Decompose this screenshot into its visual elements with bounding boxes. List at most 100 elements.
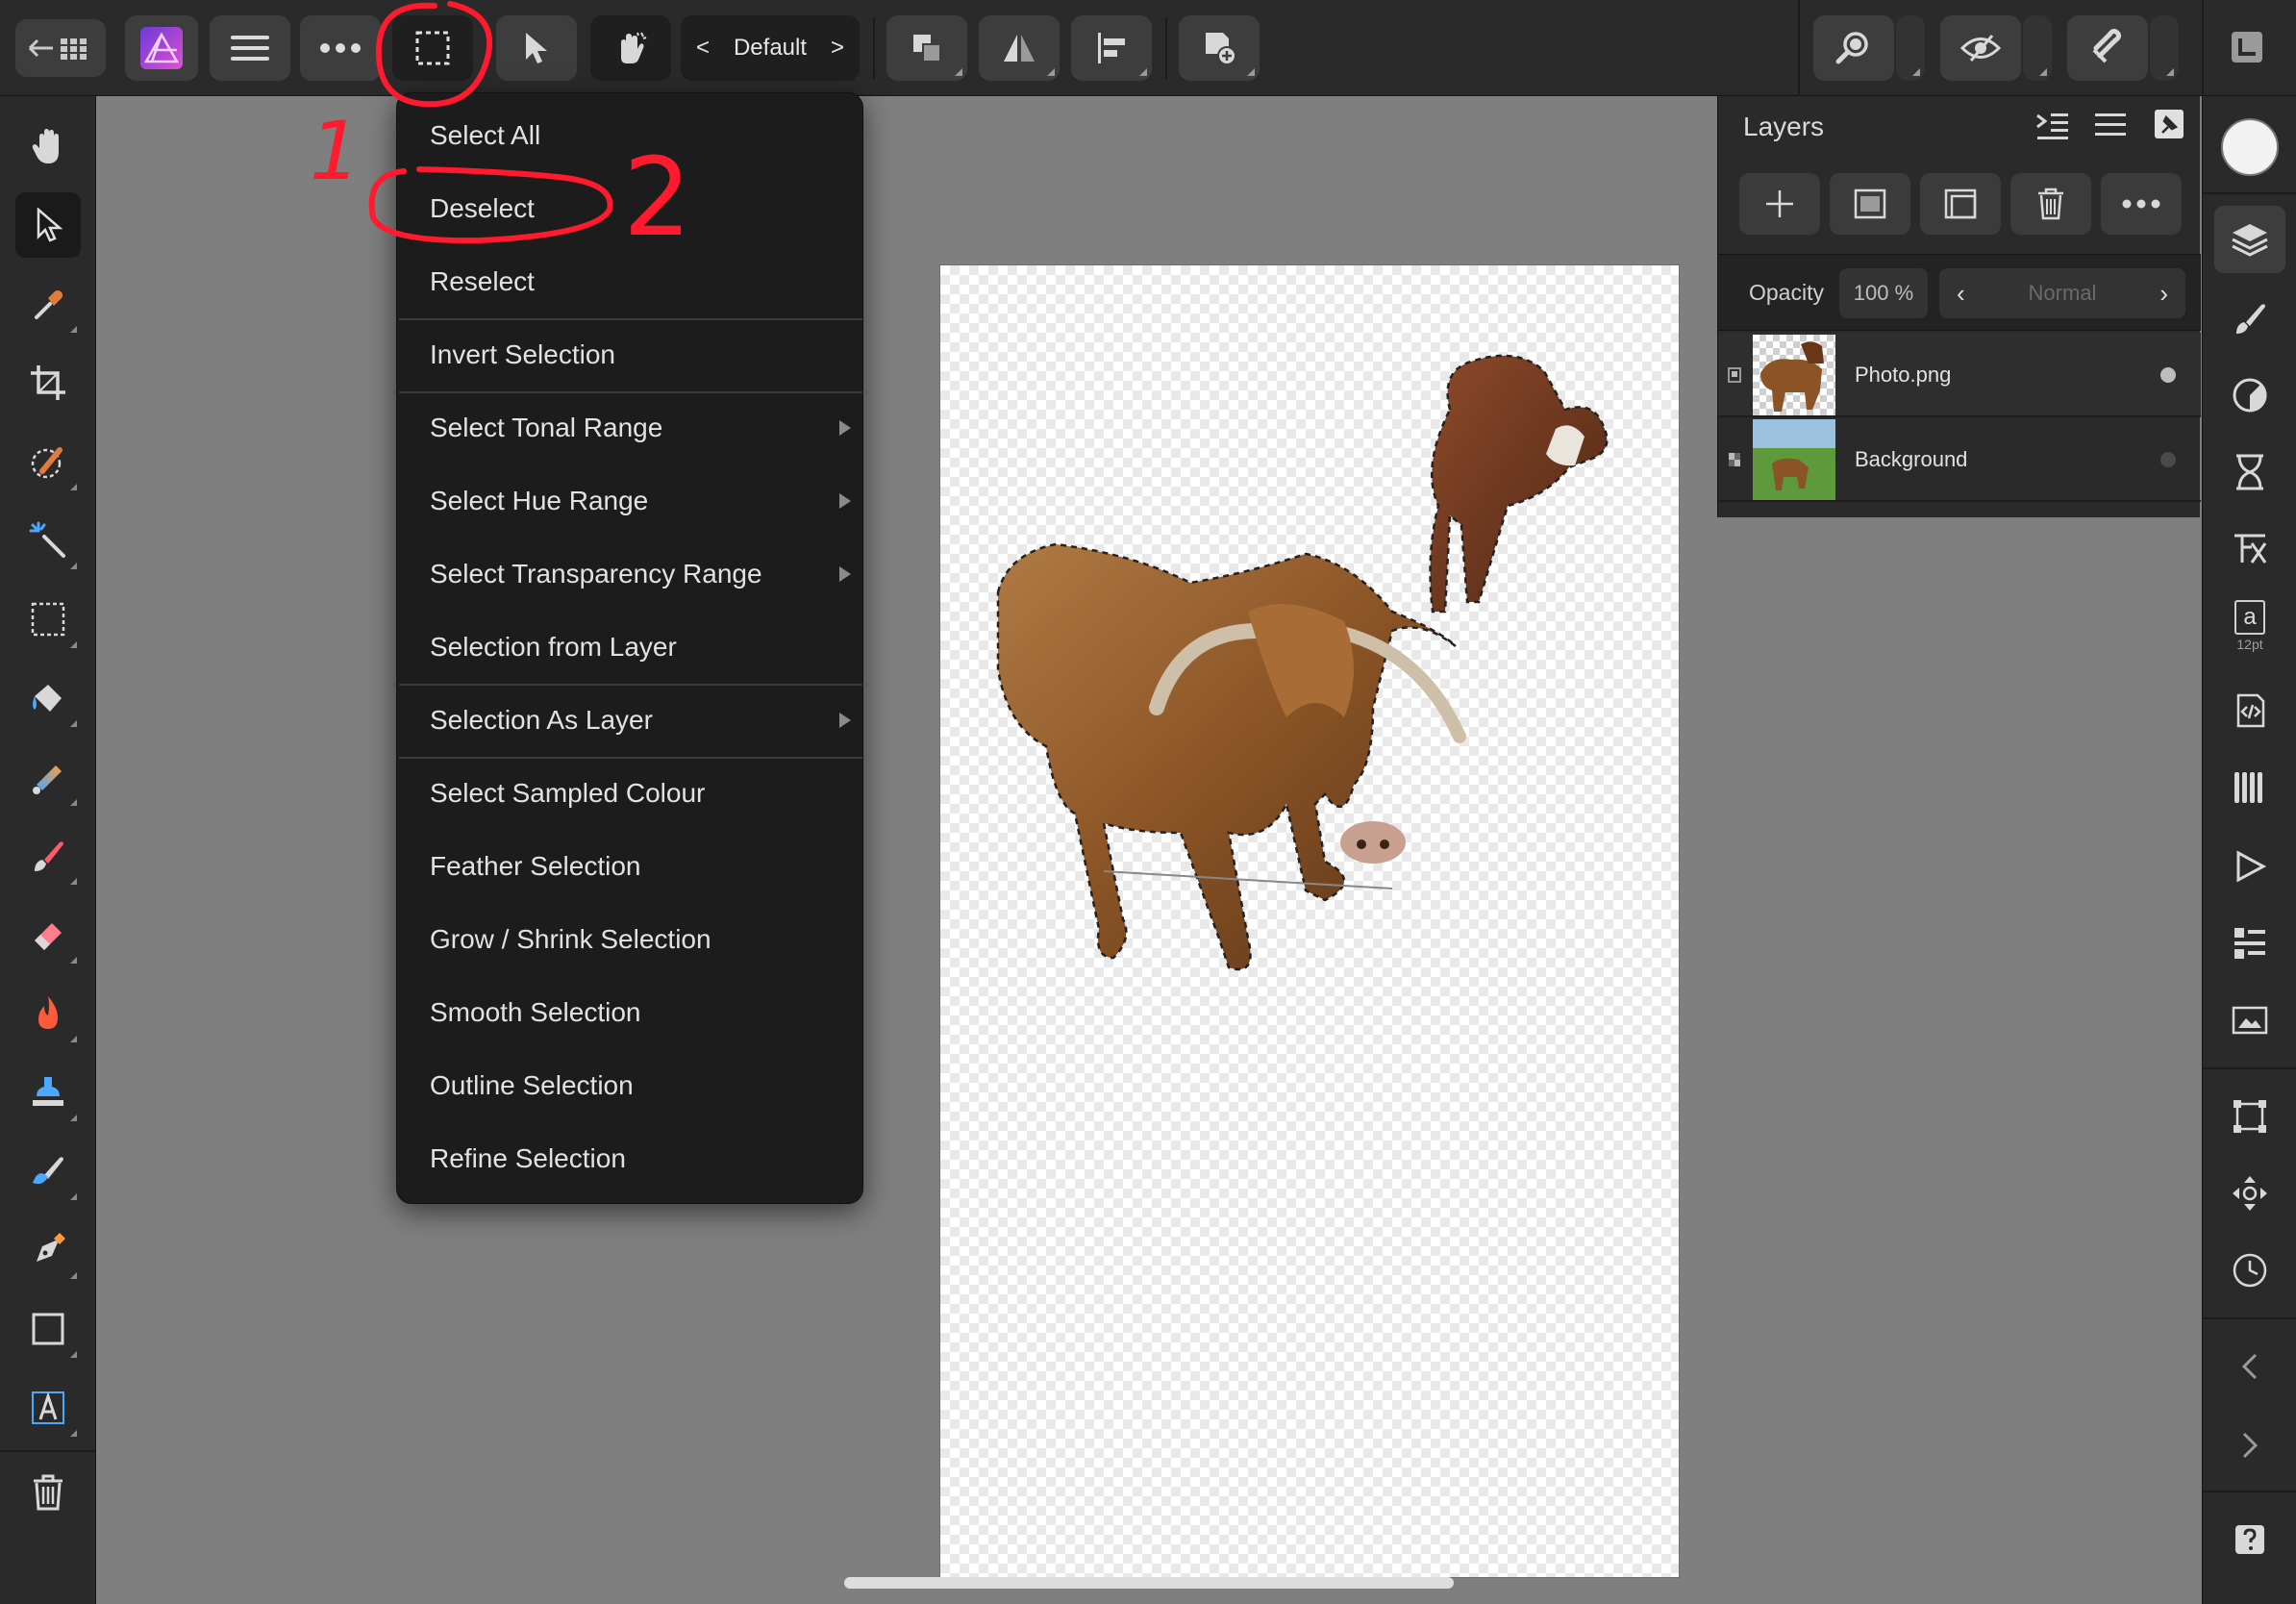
annotation-step-1: 1: [310, 104, 361, 198]
layer-more-button[interactable]: [2101, 173, 2182, 235]
layers-pin-button[interactable]: [2153, 108, 2185, 140]
opacity-field[interactable]: 100 %: [1839, 268, 1928, 318]
main-menu-button[interactable]: [210, 15, 290, 81]
erase-brush-tool[interactable]: [15, 902, 81, 967]
view-options-button[interactable]: [2023, 15, 2052, 81]
blend-prev-chevron-icon[interactable]: ‹: [1957, 279, 1965, 309]
align-button[interactable]: [1071, 15, 1152, 81]
layer-visibility-dot[interactable]: [2160, 452, 2176, 467]
undo-button[interactable]: [2214, 1333, 2285, 1400]
fx-studio-button[interactable]: [2214, 515, 2285, 583]
more-button[interactable]: [300, 15, 381, 81]
align-left-icon: [1098, 33, 1125, 63]
rectangular-marquee-tool[interactable]: [15, 587, 81, 652]
group-layers-button[interactable]: [1920, 173, 2001, 235]
place-image-button[interactable]: [1179, 15, 1260, 81]
menu-item-invert-selection[interactable]: Invert Selection: [397, 318, 862, 391]
layers-panel-title: Layers: [1743, 112, 1825, 141]
menu-item-selection-from-layer[interactable]: Selection from Layer: [397, 611, 862, 684]
selection-dropdown-menu: Select All Deselect Reselect Invert Sele…: [396, 92, 863, 1204]
menu-item-selection-as-layer[interactable]: Selection As Layer: [397, 684, 862, 757]
snapping-button[interactable]: [2067, 15, 2148, 81]
rear-cow-shape: [1429, 354, 1609, 614]
arrange-button[interactable]: [886, 15, 967, 81]
move-tool-button[interactable]: [496, 15, 577, 81]
blend-next-chevron-icon[interactable]: ›: [2159, 279, 2168, 309]
macro-studio-button[interactable]: [2214, 677, 2285, 744]
delete-layer-button[interactable]: [2010, 173, 2091, 235]
zoom-options-button[interactable]: [1896, 15, 1925, 81]
persona-selector[interactable]: < Default >: [681, 15, 860, 81]
flood-fill-tool[interactable]: [15, 665, 81, 731]
selection-brush-tool[interactable]: [15, 429, 81, 494]
history-clock-button[interactable]: [2214, 1237, 2285, 1304]
brushes-studio-button[interactable]: [2214, 285, 2285, 352]
layer-row-photo[interactable]: Photo.png: [1718, 333, 2201, 417]
zoom-button[interactable]: [1813, 15, 1894, 81]
menu-item-select-sampled-colour[interactable]: Select Sampled Colour: [397, 757, 862, 830]
persona-prev-arrow[interactable]: <: [696, 35, 710, 62]
menu-item-feather-selection[interactable]: Feather Selection: [397, 830, 862, 903]
colour-studio-button[interactable]: [2214, 113, 2285, 181]
menu-item-select-all[interactable]: Select All: [397, 99, 862, 172]
assistant-button[interactable]: [590, 15, 671, 81]
menu-item-grow-shrink-selection[interactable]: Grow / Shrink Selection: [397, 903, 862, 976]
blend-mode-selector[interactable]: ‹ Normal ›: [1939, 268, 2185, 318]
text-styles-studio-button[interactable]: a 12pt: [2214, 592, 2285, 660]
burn-tool[interactable]: [15, 981, 81, 1046]
layers-menu-button[interactable]: [2095, 112, 2126, 138]
history-studio-button[interactable]: [2214, 439, 2285, 506]
view-tool[interactable]: [15, 113, 81, 179]
layers-collapse-button[interactable]: [2035, 110, 2070, 142]
paint-brush-tool[interactable]: [15, 823, 81, 889]
menu-item-deselect[interactable]: Deselect: [397, 172, 862, 245]
flood-select-tool[interactable]: [15, 508, 81, 573]
transform-mode-button[interactable]: [2214, 1083, 2285, 1150]
persona-next-arrow[interactable]: >: [831, 35, 844, 62]
transform-studio-button[interactable]: [2214, 833, 2285, 900]
snapping-options-button[interactable]: [2150, 15, 2179, 81]
help-button[interactable]: [2214, 1506, 2285, 1573]
menu-item-reselect[interactable]: Reselect: [397, 245, 862, 318]
app-logo-button[interactable]: [125, 15, 198, 81]
layers-studio-button[interactable]: [2214, 206, 2285, 273]
menu-item-select-transparency-range[interactable]: Select Transparency Range: [397, 538, 862, 611]
pen-tool[interactable]: [15, 1217, 81, 1283]
add-layer-button[interactable]: [1739, 173, 1820, 235]
move-tool[interactable]: [15, 192, 81, 258]
add-mask-button[interactable]: [1830, 173, 1910, 235]
swatches-studio-button[interactable]: [2214, 754, 2285, 821]
layer-visibility-dot[interactable]: [2160, 367, 2176, 383]
stock-studio-button[interactable]: [2214, 910, 2285, 977]
menu-item-smooth-selection[interactable]: Smooth Selection: [397, 976, 862, 1049]
document-canvas[interactable]: [940, 265, 1679, 1577]
menu-item-refine-selection[interactable]: Refine Selection: [397, 1122, 862, 1195]
healing-brush-tool[interactable]: [15, 1139, 81, 1204]
selection-menu-button[interactable]: [392, 15, 473, 81]
menu-item-select-hue-range[interactable]: Select Hue Range: [397, 464, 862, 538]
menu-item-outline-selection[interactable]: Outline Selection: [397, 1049, 862, 1122]
crop-tool[interactable]: [15, 350, 81, 415]
window-layout-button[interactable]: [2229, 29, 2265, 65]
bounding-box-icon: [2234, 1100, 2266, 1133]
navigator-studio-button[interactable]: [2214, 987, 2285, 1054]
move-mode-button[interactable]: [2214, 1160, 2285, 1227]
hourglass-icon: [2236, 454, 2263, 490]
back-to-gallery-button[interactable]: [15, 19, 106, 77]
layer-row-background[interactable]: Background: [1718, 417, 2201, 502]
menu-item-select-tonal-range[interactable]: Select Tonal Range: [397, 391, 862, 464]
collapse-panel-icon: [2036, 113, 2068, 139]
view-quality-button[interactable]: [1940, 15, 2021, 81]
colour-picker-tool[interactable]: [15, 271, 81, 337]
rectangle-tool[interactable]: [15, 1296, 81, 1362]
redo-button[interactable]: [2214, 1412, 2285, 1479]
trash-icon: [34, 1474, 62, 1511]
flip-button[interactable]: [979, 15, 1060, 81]
delete-button[interactable]: [15, 1460, 81, 1525]
gradient-tool[interactable]: [15, 744, 81, 810]
artistic-text-tool[interactable]: [15, 1375, 81, 1441]
clone-brush-tool[interactable]: [15, 1060, 81, 1125]
paint-bucket-icon: [33, 685, 62, 712]
horizontal-scrollbar[interactable]: [844, 1577, 1454, 1589]
adjustments-studio-button[interactable]: [2214, 362, 2285, 429]
